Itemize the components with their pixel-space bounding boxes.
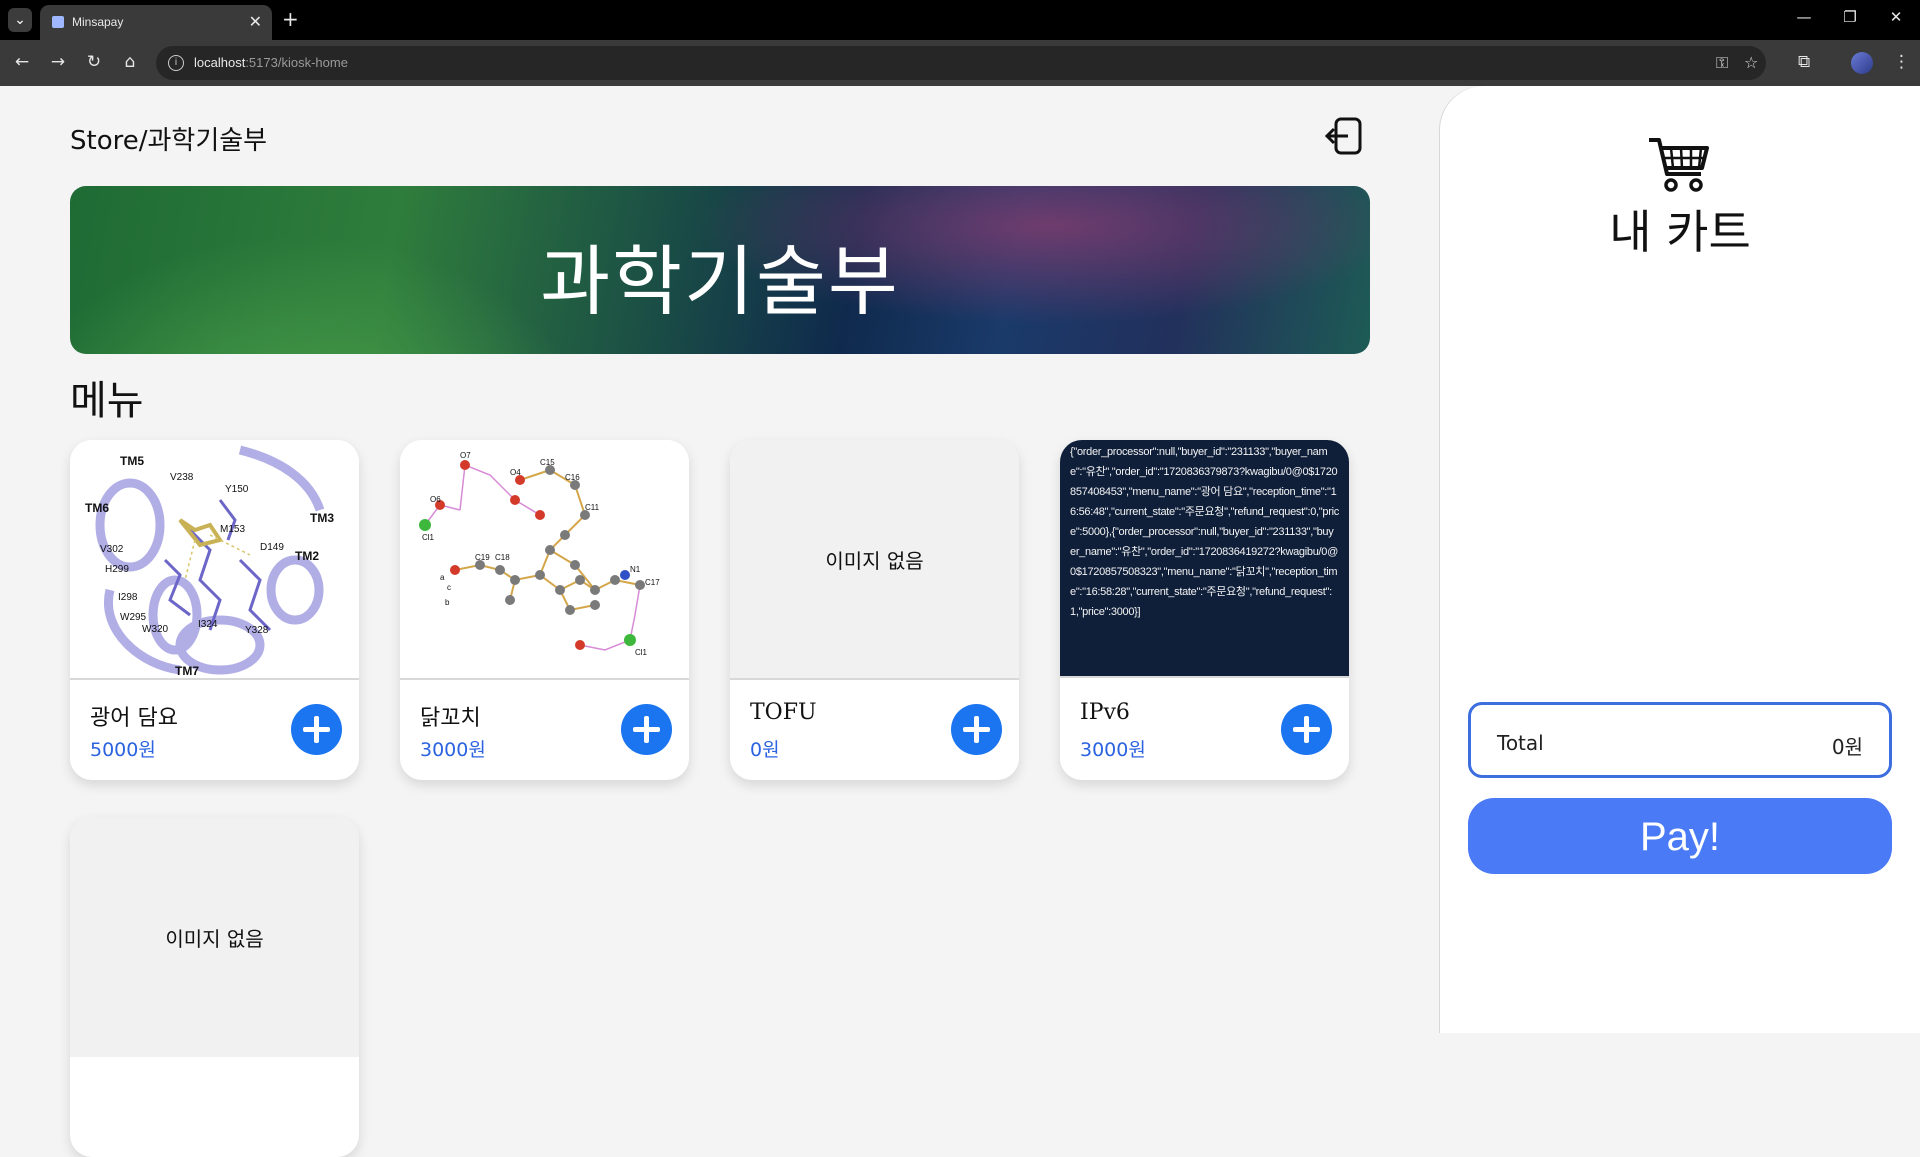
password-key-icon[interactable]: ⚿	[1716, 53, 1728, 73]
minimize-icon[interactable]: —	[1784, 8, 1824, 26]
browser-tabstrip: ⌄ Minsapay ✕ + — ❐ ✕	[0, 0, 1920, 40]
svg-text:TM6: TM6	[85, 501, 109, 515]
browser-tab[interactable]: Minsapay ✕	[40, 5, 272, 40]
menu-card[interactable]: TM5 TM6 TM3 TM2 TM7 V238 Y150 M153 D149 …	[70, 440, 359, 780]
svg-text:Cl1: Cl1	[422, 533, 435, 542]
svg-text:M153: M153	[220, 524, 245, 535]
back-icon[interactable]: ←	[10, 52, 34, 72]
menu-item-image: {"order_processor":null,"buyer_id":"2311…	[1060, 440, 1349, 678]
total-label: Total	[1497, 731, 1544, 755]
svg-text:V238: V238	[170, 472, 194, 483]
forward-icon[interactable]: →	[46, 52, 70, 72]
svg-text:W320: W320	[142, 624, 169, 635]
menu-item-price: 3000원	[420, 739, 486, 761]
svg-text:b: b	[445, 598, 450, 607]
svg-text:Y328: Y328	[245, 625, 269, 636]
menu-item-name: 닭꼬치	[420, 706, 481, 731]
menu-card[interactable]: 이미지 없음 TOFU 0원	[730, 440, 1019, 780]
url-text[interactable]: localhost:5173/kiosk-home	[194, 55, 348, 70]
svg-text:O7: O7	[460, 451, 471, 460]
menu-kebab-icon[interactable]: ⋮	[1893, 52, 1910, 72]
menu-item-name: 광어 담요	[90, 706, 178, 731]
svg-text:TM2: TM2	[295, 549, 319, 563]
menu-item-name: TOFU	[750, 700, 817, 725]
close-tab-icon[interactable]: ✕	[249, 12, 262, 31]
svg-text:C17: C17	[645, 578, 660, 587]
banner-title: 과학기술부	[540, 237, 900, 326]
svg-text:C19: C19	[475, 553, 490, 562]
menu-card[interactable]: C15 C16 C11 O4 O7 O6 Cl1 Cl1 N1 C17 C19 C18 abc …	[400, 440, 689, 780]
reload-icon[interactable]: ↻	[82, 52, 106, 72]
add-to-cart-button[interactable]	[1281, 704, 1332, 755]
profile-avatar[interactable]	[1851, 52, 1873, 74]
tab-search-chevron-icon[interactable]: ⌄	[8, 8, 32, 32]
new-tab-icon[interactable]: +	[282, 7, 299, 31]
menu-item-price: 5000원	[90, 739, 156, 761]
menu-item-name: IPv6	[1080, 700, 1130, 725]
menu-card[interactable]: {"order_processor":null,"buyer_id":"2311…	[1060, 440, 1349, 780]
svg-text:a: a	[440, 573, 445, 582]
svg-text:Cl1: Cl1	[635, 648, 648, 657]
svg-text:O4: O4	[510, 468, 521, 477]
menu-item-image: C15 C16 C11 O4 O7 O6 Cl1 Cl1 N1 C17 C19 C18 a bc	[400, 440, 689, 680]
svg-text:O6: O6	[430, 495, 441, 504]
svg-text:C18: C18	[495, 553, 510, 562]
menu-heading: 메뉴	[70, 378, 144, 424]
svg-text:C15: C15	[540, 458, 555, 467]
svg-text:D149: D149	[260, 542, 284, 553]
browser-toolbar: ← → ↻ ⌂ i localhost:5173/kiosk-home ⚿ ☆ …	[0, 40, 1920, 86]
favicon-icon	[52, 16, 64, 28]
add-to-cart-button[interactable]	[951, 704, 1002, 755]
cart-title: 내 카트	[1609, 205, 1751, 259]
window-close-icon[interactable]: ✕	[1876, 8, 1916, 26]
svg-text:TM7: TM7	[175, 664, 199, 678]
restore-icon[interactable]: ❐	[1830, 8, 1870, 26]
svg-text:I324: I324	[198, 619, 218, 630]
svg-text:H299: H299	[105, 564, 129, 575]
bookmark-star-icon[interactable]: ☆	[1744, 53, 1758, 72]
store-banner: 과학기술부	[70, 186, 1370, 354]
menu-item-image: TM5 TM6 TM3 TM2 TM7 V238 Y150 M153 D149 …	[70, 440, 359, 680]
svg-text:TM5: TM5	[120, 454, 144, 468]
add-to-cart-button[interactable]	[291, 704, 342, 755]
site-info-icon[interactable]: i	[168, 55, 184, 71]
no-image-placeholder: 이미지 없음	[70, 817, 359, 1057]
pay-button[interactable]: Pay!	[1468, 798, 1892, 874]
total-value: 0원	[1831, 735, 1863, 759]
svg-text:c: c	[447, 583, 451, 592]
cart-panel: 내 카트 Total 0원 Pay!	[1440, 86, 1920, 1033]
tab-title: Minsapay	[72, 15, 124, 29]
svg-text:TM3: TM3	[310, 511, 334, 525]
extensions-icon[interactable]: ⧉	[1798, 52, 1810, 72]
menu-item-price: 0원	[750, 739, 780, 761]
svg-text:Y150: Y150	[225, 484, 249, 495]
svg-text:C11: C11	[585, 503, 600, 512]
cart-total-box: Total 0원	[1468, 702, 1892, 778]
store-title: Store/과학기술부	[70, 126, 268, 156]
svg-text:N1: N1	[630, 565, 641, 574]
svg-text:W295: W295	[120, 612, 147, 623]
add-to-cart-button[interactable]	[621, 704, 672, 755]
svg-text:C16: C16	[565, 473, 580, 482]
shopping-cart-icon	[1649, 138, 1709, 192]
svg-text:V302: V302	[100, 544, 124, 555]
address-bar[interactable]: i localhost:5173/kiosk-home ⚿ ☆	[156, 46, 1766, 80]
home-icon[interactable]: ⌂	[118, 52, 142, 72]
menu-item-price: 3000원	[1080, 739, 1146, 761]
logout-icon[interactable]	[1322, 114, 1366, 158]
menu-card[interactable]: 이미지 없음	[70, 817, 359, 1157]
no-image-placeholder: 이미지 없음	[730, 440, 1019, 680]
svg-text:I298: I298	[118, 592, 138, 603]
